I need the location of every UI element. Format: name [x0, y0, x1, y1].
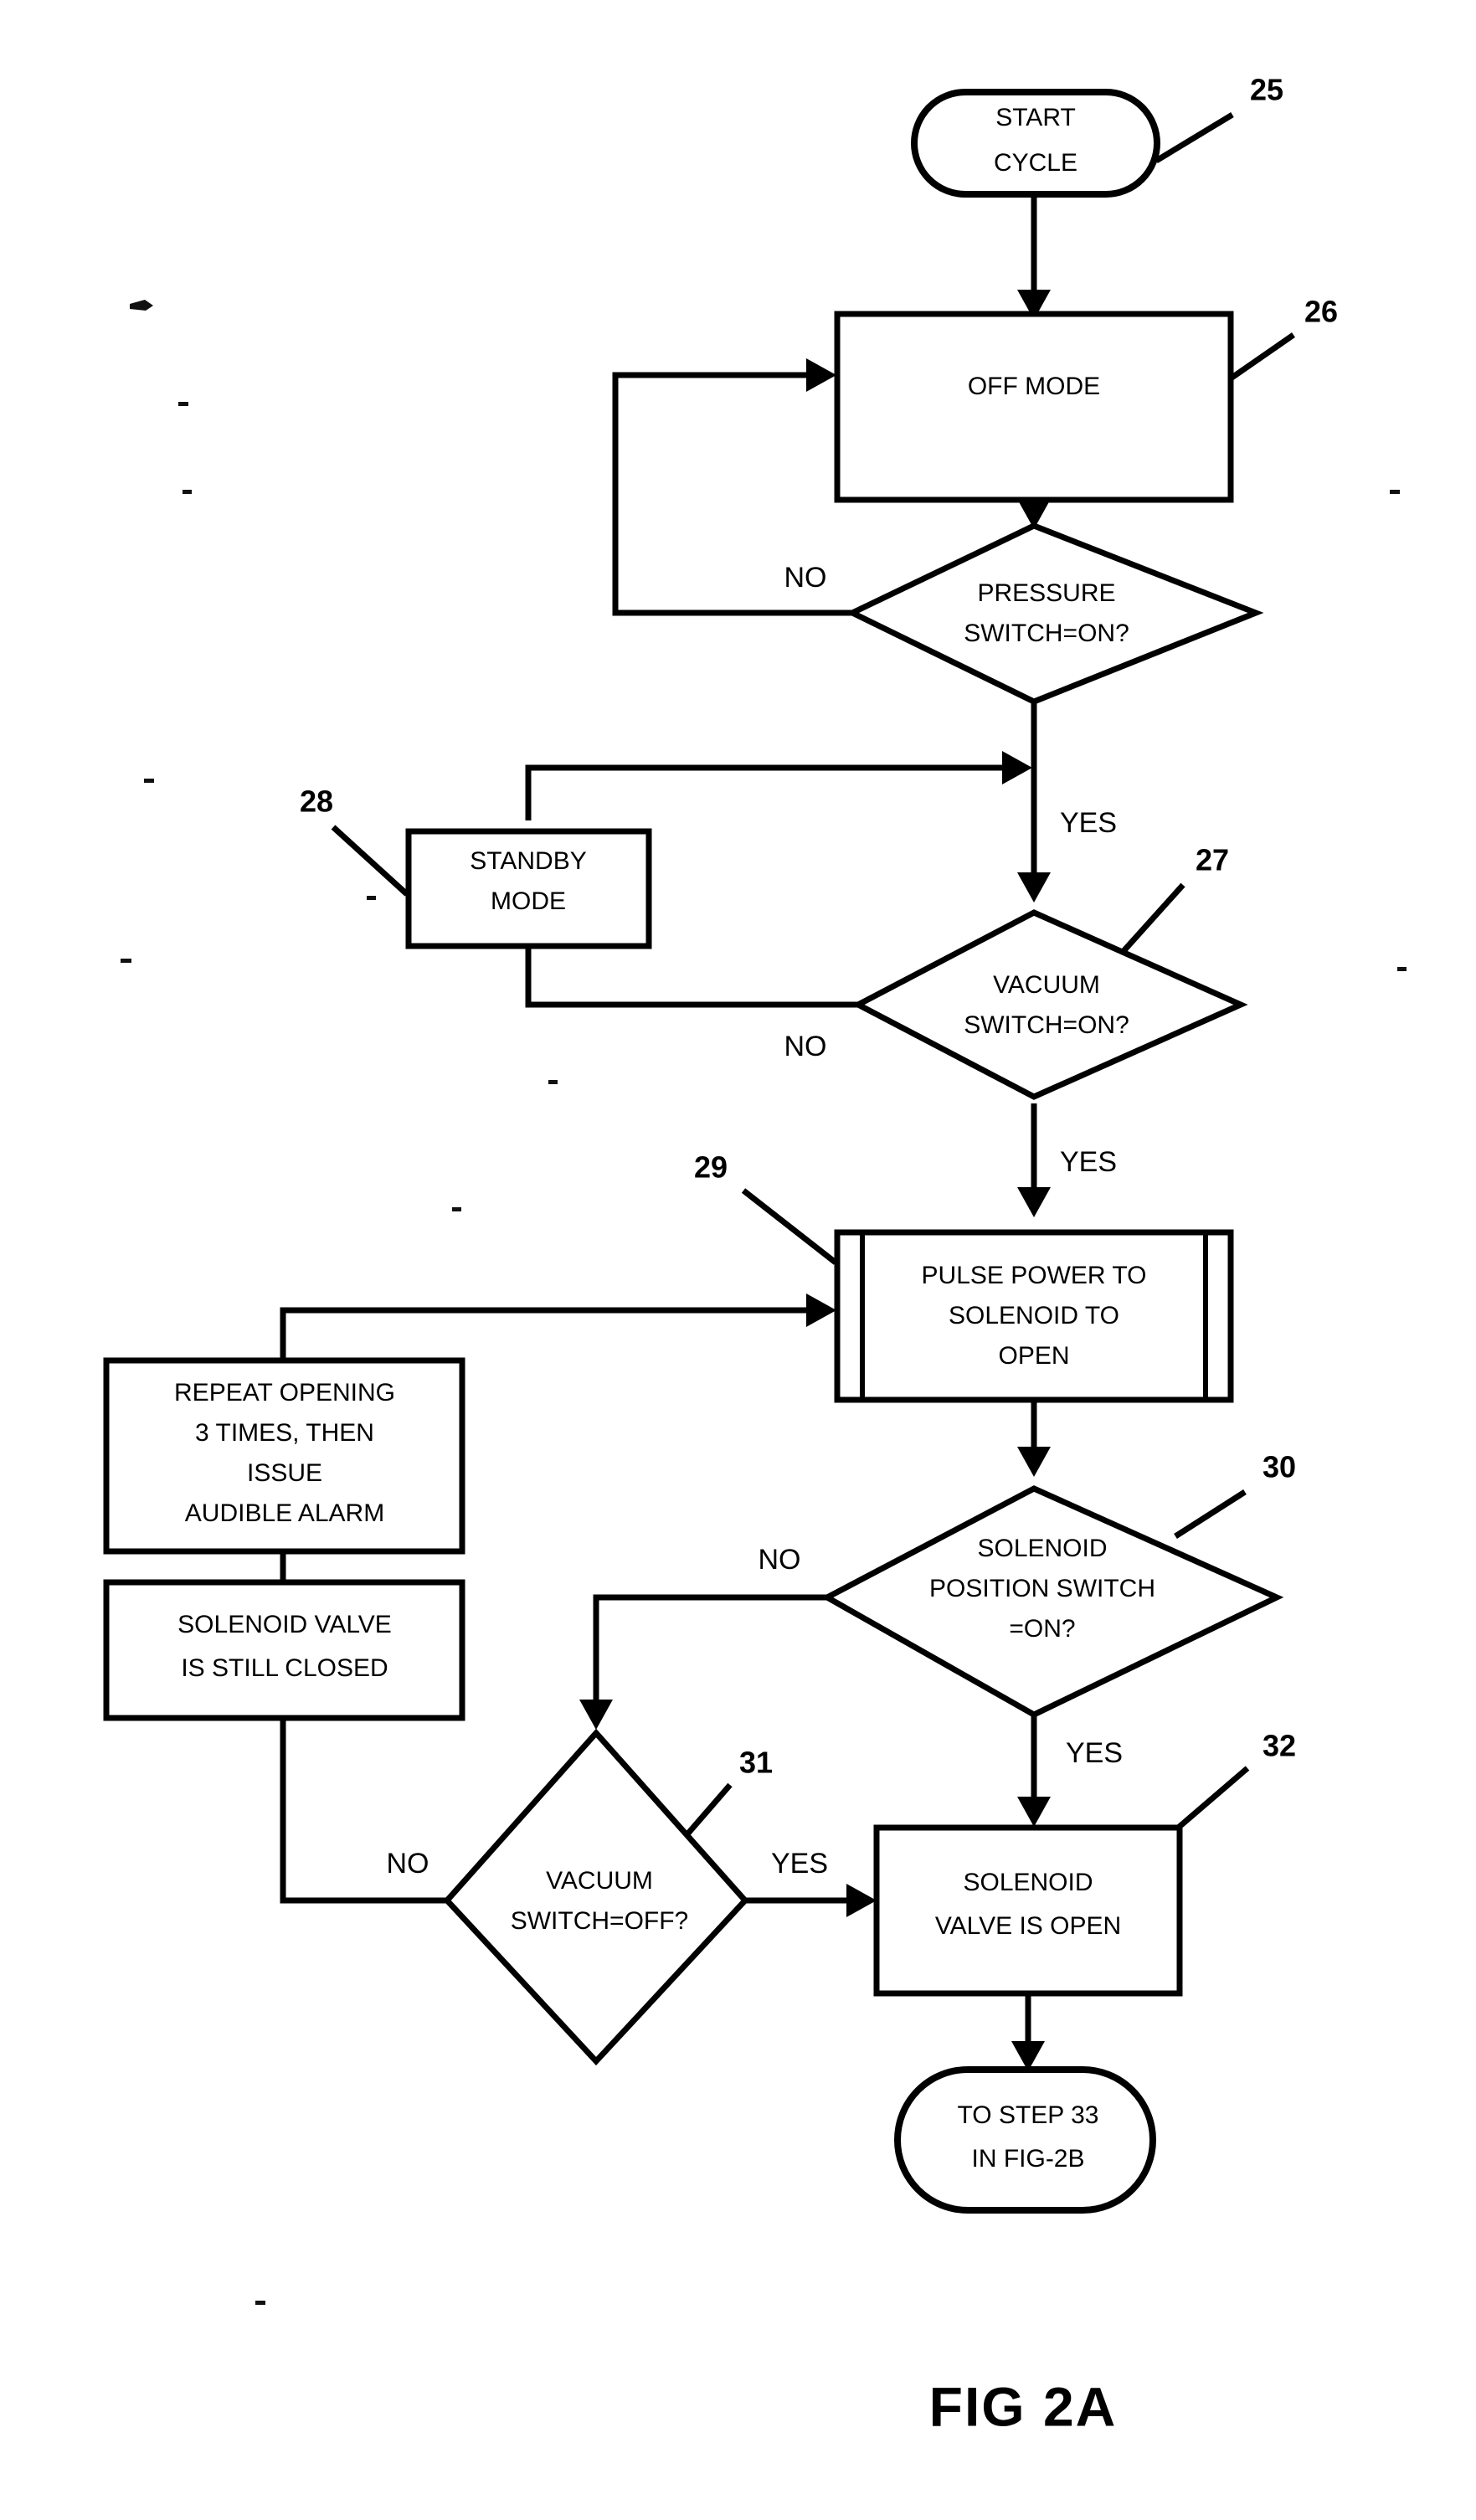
leader-ref-30: 30: [1174, 1450, 1296, 1539]
node-standby-line-1: MODE: [491, 887, 566, 915]
edge-label-vacuum-off-no: NO: [387, 1848, 429, 1880]
connector-start-to-off-mode: [1017, 197, 1051, 320]
leader-ref-29: 29: [694, 1150, 838, 1265]
node-still-closed-line-0: SOLENOID VALVE: [177, 1611, 392, 1638]
leader-ref-27: 27: [1121, 843, 1229, 954]
node-repeat-line-1: 3 TIMES, THEN: [195, 1419, 374, 1447]
node-repeat-opening: REPEAT OPENING 3 TIMES, THEN ISSUE AUDIB…: [103, 1357, 465, 1555]
leader-ref-28: 28: [300, 784, 409, 897]
node-to-step-33: TO STEP 33 IN FIG-2B: [894, 2066, 1156, 2214]
node-still-closed-line-1: IS STILL CLOSED: [181, 1654, 388, 1682]
node-standby-mode: STANDBY MODE: [405, 828, 652, 949]
connector-pressure-yes: [1017, 702, 1051, 903]
edge-label-position-no: NO: [759, 1544, 801, 1576]
node-start-cycle-line-1: CYCLE: [994, 149, 1077, 177]
node-pulse-power-line-2: OPEN: [998, 1342, 1069, 1370]
node-off-mode-line-0: OFF MODE: [968, 373, 1100, 400]
connector-repeat-to-pulse-power: [280, 1293, 836, 1360]
node-position-line-2: =ON?: [1009, 1615, 1075, 1643]
node-vacuum-switch-on-decision: VACUUM SWITCH=ON?: [851, 909, 1248, 1100]
connector-pulse-power-to-position: [1017, 1400, 1051, 1477]
connector-position-yes: [1017, 1716, 1051, 1827]
node-vacuum-switch-off-decision: VACUUM SWITCH=OFF?: [443, 1728, 749, 2066]
node-off-mode: OFF MODE: [834, 311, 1234, 503]
edge-label-vacuum-off-yes: YES: [771, 1848, 828, 1880]
node-to-step-33-line-0: TO STEP 33: [958, 2101, 1099, 2129]
leader-ref-25: 25: [1155, 73, 1283, 163]
connector-vacuum-on-yes: [1017, 1103, 1051, 1217]
node-valve-still-closed: SOLENOID VALVE IS STILL CLOSED: [103, 1579, 465, 1721]
node-valve-open-line-0: SOLENOID: [963, 1869, 1093, 1896]
node-valve-open-line-1: VALVE IS OPEN: [935, 1912, 1121, 1940]
node-vacuum-on-line-1: SWITCH=ON?: [964, 1011, 1129, 1039]
ref-numeral-27: 27: [1196, 843, 1229, 877]
node-repeat-line-3: AUDIBLE ALARM: [185, 1499, 384, 1527]
node-vacuum-off-line-0: VACUUM: [546, 1867, 653, 1895]
node-pressure-line-1: SWITCH=ON?: [964, 620, 1129, 647]
node-vacuum-on-line-0: VACUUM: [993, 971, 1100, 999]
connector-vacuum-off-yes: [745, 1884, 877, 1917]
ref-numeral-30: 30: [1263, 1450, 1296, 1484]
leader-ref-26: 26: [1229, 295, 1338, 381]
node-valve-open: SOLENOID VALVE IS OPEN: [873, 1824, 1183, 1997]
ref-numeral-25: 25: [1250, 73, 1283, 107]
node-vacuum-off-line-1: SWITCH=OFF?: [511, 1907, 689, 1935]
node-position-line-0: SOLENOID: [977, 1535, 1107, 1562]
edge-label-pressure-yes: YES: [1060, 807, 1117, 839]
node-to-step-33-line-1: IN FIG-2B: [971, 2145, 1084, 2173]
node-standby-line-0: STANDBY: [470, 847, 586, 875]
patent-figure-page: START CYCLE 25 OFF MODE 26 PRESSURE SWIT…: [0, 0, 1476, 2520]
edge-label-pressure-no: NO: [784, 562, 827, 594]
ref-numeral-32: 32: [1263, 1729, 1296, 1763]
node-start-cycle-line-0: START: [995, 104, 1076, 131]
figure-caption: FIG 2A: [929, 2375, 1118, 2437]
node-pressure-line-0: PRESSURE: [977, 579, 1115, 607]
connector-standby-to-main: [525, 751, 1032, 820]
edge-label-vacuum-on-yes: YES: [1060, 1146, 1117, 1178]
connector-position-no: [579, 1594, 827, 1730]
node-pressure-switch-decision: PRESSURE SWITCH=ON?: [845, 522, 1264, 705]
edge-label-position-yes: YES: [1066, 1737, 1123, 1769]
node-pulse-power-line-0: PULSE POWER TO: [922, 1262, 1147, 1289]
connector-vacuum-on-no: [525, 946, 858, 1008]
leader-ref-31: 31: [684, 1746, 773, 1838]
node-pulse-power: PULSE POWER TO SOLENOID TO OPEN: [834, 1229, 1234, 1403]
edge-label-vacuum-on-no: NO: [784, 1031, 827, 1062]
node-position-line-1: POSITION SWITCH: [929, 1575, 1155, 1602]
ref-numeral-29: 29: [694, 1150, 728, 1185]
node-repeat-line-0: REPEAT OPENING: [174, 1379, 395, 1407]
node-start-cycle: START CYCLE: [911, 89, 1160, 198]
ref-numeral-28: 28: [300, 784, 333, 819]
node-repeat-line-2: ISSUE: [247, 1459, 322, 1487]
connector-valve-open-to-terminator: [1011, 1994, 1045, 2071]
flowchart-figure: START CYCLE 25 OFF MODE 26 PRESSURE SWIT…: [103, 73, 1407, 2437]
node-position-switch-decision: SOLENOID POSITION SWITCH =ON?: [820, 1485, 1284, 1718]
node-pulse-power-line-1: SOLENOID TO: [949, 1302, 1119, 1329]
ref-numeral-26: 26: [1304, 295, 1338, 329]
leader-ref-32: 32: [1174, 1729, 1296, 1832]
ref-numeral-31: 31: [739, 1746, 773, 1780]
